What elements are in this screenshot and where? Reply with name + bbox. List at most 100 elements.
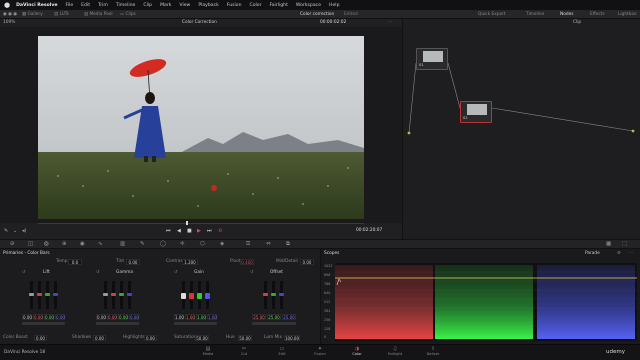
gamma-r-value[interactable]: 0.00	[107, 314, 117, 320]
viewer-options-icon[interactable]: ⋯	[388, 20, 392, 25]
page-deliver[interactable]: ⇪ Deliver	[422, 347, 444, 357]
lift-y-slider[interactable]	[29, 281, 34, 309]
tab-nodes[interactable]: Nodes	[560, 12, 573, 17]
lift-b-value[interactable]: 0.00	[55, 314, 65, 320]
gain-reset-icon[interactable]: ↺	[174, 270, 178, 275]
gamma-r-slider[interactable]	[111, 281, 116, 309]
scope-settings-icon[interactable]: ⚙	[617, 251, 621, 256]
gamma-b-value[interactable]: 0.00	[129, 314, 139, 320]
gain-r-slider[interactable]	[189, 281, 194, 309]
lift-g-value[interactable]: 0.00	[44, 314, 54, 320]
rgb-mixer-icon[interactable]: ⊕	[62, 241, 67, 248]
skip-forward-icon[interactable]: ⏭	[207, 229, 212, 234]
lift-r-value[interactable]: 0.00	[33, 314, 43, 320]
qualifier-icon[interactable]: ✎	[140, 241, 145, 248]
gamma-y-value[interactable]: 0.00	[96, 314, 106, 320]
node-02[interactable]: 02	[460, 101, 492, 123]
menu-mark[interactable]: Mark	[160, 3, 171, 8]
page-cut[interactable]: ✂ Cut	[234, 347, 254, 357]
tint-field[interactable]: 0.00	[126, 259, 140, 265]
offset-b-slider[interactable]	[279, 281, 284, 309]
curves-icon[interactable]: ∿	[98, 241, 103, 248]
page-color[interactable]: ◑ Color	[346, 347, 368, 357]
gain-b-slider[interactable]	[205, 281, 210, 309]
tab-luts[interactable]: ▤ LUTs	[54, 12, 69, 17]
scrubber-track[interactable]	[38, 223, 364, 224]
menu-edit[interactable]: Edit	[81, 3, 90, 8]
offset-b-value[interactable]: 25.00	[282, 314, 296, 320]
lift-r-slider[interactable]	[37, 281, 42, 309]
lift-y-value[interactable]: 0.00	[22, 314, 32, 320]
scope-options-icon[interactable]: ⋯	[629, 251, 633, 256]
gamma-g-slider[interactable]	[119, 281, 124, 309]
page-edit[interactable]: ▭ Edit	[272, 347, 292, 357]
gain-master-wheel[interactable]	[174, 322, 217, 325]
gain-b-value[interactable]: 1.00	[207, 314, 217, 320]
menu-clip[interactable]: Clip	[143, 3, 152, 8]
offset-r-slider[interactable]	[263, 281, 268, 309]
offset-reset-icon[interactable]: ↺	[250, 270, 254, 275]
tab-media-pool[interactable]: ▥ Media Pool	[84, 12, 113, 17]
node-01[interactable]: 01	[416, 48, 448, 70]
menu-davinci-resolve[interactable]: DaVinci Resolve	[16, 3, 57, 8]
lift-reset-icon[interactable]: ↺	[22, 270, 26, 275]
menu-color[interactable]: Color	[250, 3, 262, 8]
color-boost-field[interactable]: 0.00	[34, 335, 47, 341]
contrast-field[interactable]: 1.200	[182, 259, 198, 265]
stop-icon[interactable]: ■	[187, 229, 192, 234]
pivot-field[interactable]: 0.400	[240, 259, 254, 265]
camera-raw-icon[interactable]: ⊘	[10, 241, 15, 248]
gain-g-value[interactable]: 1.00	[196, 314, 206, 320]
motion-effects-icon[interactable]: ◉	[80, 241, 85, 248]
tab-lightbox[interactable]: Lightbox	[618, 12, 637, 17]
saturation-field[interactable]: 50.00	[195, 335, 209, 341]
primaries-wheels-icon[interactable]: ◎	[44, 241, 49, 248]
lum-mix-field[interactable]: 100.00	[284, 335, 300, 341]
magic-mask-icon[interactable]: ⬡	[200, 241, 205, 248]
gain-g-slider[interactable]	[197, 281, 202, 309]
menu-fusion[interactable]: Fusion	[227, 3, 242, 8]
gain-y-slider[interactable]	[181, 281, 186, 309]
menu-workspace[interactable]: Workspace	[296, 3, 321, 8]
tab-clips[interactable]: ▭ Clips	[120, 12, 136, 17]
gamma-y-slider[interactable]	[103, 281, 108, 309]
window-icon[interactable]: ◯	[160, 241, 166, 248]
tracker-icon[interactable]: ✛	[180, 241, 185, 248]
gamma-b-slider[interactable]	[127, 281, 132, 309]
keyframes-icon[interactable]: ⬚	[622, 241, 627, 248]
offset-r-value[interactable]: 25.00	[252, 314, 266, 320]
menu-file[interactable]: File	[65, 3, 73, 8]
tab-gallery[interactable]: ▦ Gallery	[22, 12, 43, 17]
menu-fairlight[interactable]: Fairlight	[270, 3, 288, 8]
skip-back-icon[interactable]: ⏮	[166, 229, 171, 234]
highlights-field[interactable]: 0.00	[144, 335, 157, 341]
scopes-layout-icon[interactable]: ▦	[606, 241, 611, 248]
chevron-down-icon[interactable]: ⌄	[13, 229, 17, 234]
zoom-dropdown[interactable]: 109%	[3, 20, 15, 25]
play-icon[interactable]: ▶	[197, 229, 201, 234]
lift-g-slider[interactable]	[45, 281, 50, 309]
gain-r-value[interactable]: 1.00	[185, 314, 195, 320]
menu-view[interactable]: View	[179, 3, 190, 8]
loop-icon[interactable]: ⟲	[218, 229, 222, 234]
gain-y-value[interactable]: 1.00	[174, 314, 184, 320]
3d-icon[interactable]: ⧉	[286, 241, 290, 248]
playhead[interactable]	[186, 221, 188, 225]
hue-field[interactable]: 50.00	[238, 335, 252, 341]
lift-master-wheel[interactable]	[22, 322, 65, 325]
blur-icon[interactable]: ◈	[220, 241, 224, 248]
color-warper-icon[interactable]: ▥	[120, 241, 125, 248]
gamma-master-wheel[interactable]	[96, 322, 139, 325]
speaker-icon[interactable]: ◂)	[22, 229, 26, 234]
tab-quick-export[interactable]: Quick Export	[478, 12, 506, 17]
offset-master-wheel[interactable]	[252, 322, 296, 325]
gamma-reset-icon[interactable]: ↺	[96, 270, 100, 275]
page-fairlight[interactable]: ♫ Fairlight	[384, 347, 406, 357]
scope-mode-dropdown[interactable]: Parade	[585, 251, 600, 256]
apple-icon[interactable]: ●	[4, 1, 10, 9]
menu-help[interactable]: Help	[329, 3, 339, 8]
lift-b-slider[interactable]	[53, 281, 58, 309]
tab-timeline[interactable]: Timeline	[526, 12, 544, 17]
page-fusion[interactable]: ✦ Fusion	[310, 347, 330, 357]
sizing-icon[interactable]: ⇔	[266, 241, 271, 248]
